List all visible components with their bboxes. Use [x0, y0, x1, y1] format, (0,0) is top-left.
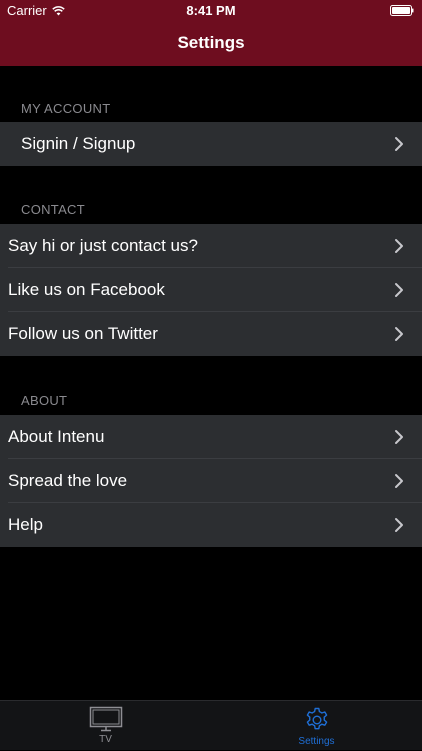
chevron-right-icon — [395, 518, 403, 532]
tab-settings[interactable]: Settings — [211, 701, 422, 751]
chevron-right-icon — [395, 239, 403, 253]
page-title: Settings — [177, 33, 245, 52]
row-label: Spread the love — [8, 471, 128, 490]
tab-label-settings: Settings — [298, 736, 335, 747]
gear-icon — [306, 707, 327, 730]
row-about-intenu[interactable]: About Intenu — [0, 415, 422, 459]
section-my-account: Signin / Signup — [0, 122, 422, 166]
section-contact: Say hi or just contact us? Like us on Fa… — [0, 224, 422, 356]
row-label: Like us on Facebook — [8, 280, 165, 299]
row-help[interactable]: Help — [0, 503, 422, 547]
row-signin-signup[interactable]: Signin / Signup — [0, 122, 422, 166]
section-header-my-account: MY ACCOUNT — [21, 101, 111, 116]
chevron-right-icon — [395, 283, 403, 297]
row-label: Signin / Signup — [21, 134, 136, 153]
navigation-header: Carrier 8:41 PM Settings — [0, 0, 422, 66]
settings-list[interactable]: MY ACCOUNT Signin / Signup CONTACT Say h… — [0, 66, 422, 700]
section-header-about: ABOUT — [21, 393, 68, 408]
row-label: About Intenu — [8, 427, 105, 446]
row-facebook[interactable]: Like us on Facebook — [0, 268, 422, 312]
row-spread-the-love[interactable]: Spread the love — [0, 459, 422, 503]
section-header-contact: CONTACT — [21, 202, 85, 217]
chevron-right-icon — [395, 474, 403, 488]
status-bar: Carrier 8:41 PM — [0, 0, 422, 22]
row-label: Follow us on Twitter — [8, 324, 158, 343]
tab-bar: TV Settings — [0, 700, 422, 750]
chevron-right-icon — [395, 430, 403, 444]
row-contact-us[interactable]: Say hi or just contact us? — [0, 224, 422, 268]
tab-label-tv: TV — [99, 734, 112, 745]
row-label: Help — [8, 515, 43, 534]
battery-icon — [390, 5, 414, 16]
row-twitter[interactable]: Follow us on Twitter — [0, 312, 422, 356]
chevron-right-icon — [395, 137, 403, 151]
chevron-right-icon — [395, 327, 403, 341]
row-label: Say hi or just contact us? — [8, 236, 198, 255]
tab-tv[interactable]: TV — [0, 701, 211, 751]
clock: 8:41 PM — [186, 3, 236, 18]
tv-icon — [89, 706, 122, 732]
section-about: About Intenu Spread the love Help — [0, 415, 422, 547]
